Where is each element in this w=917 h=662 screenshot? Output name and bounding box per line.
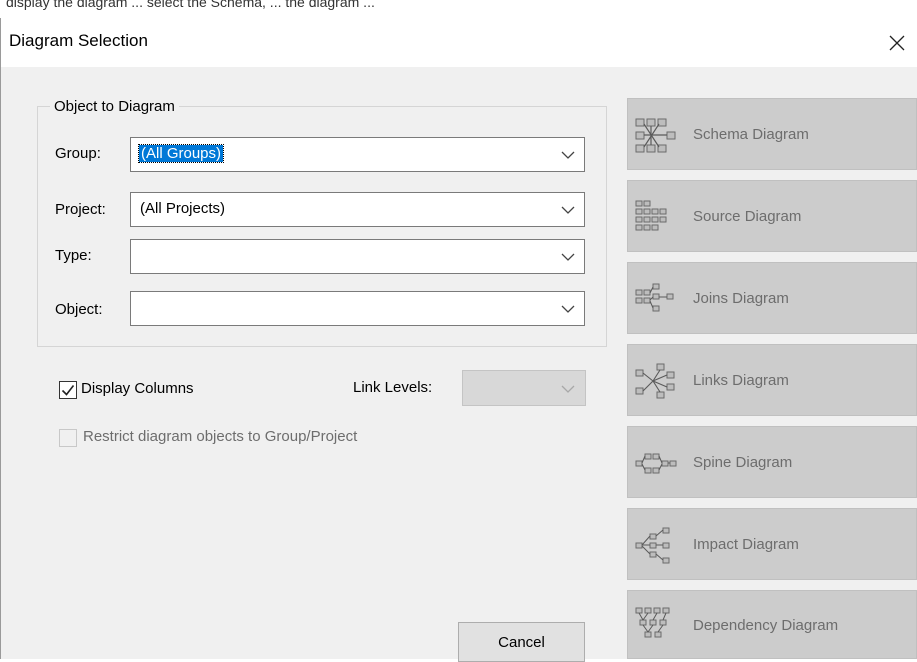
group-value: (All Groups)	[137, 144, 225, 163]
cancel-button-label: Cancel	[498, 634, 545, 651]
type-label: Type:	[55, 247, 92, 264]
link-levels-combo[interactable]	[462, 370, 586, 406]
source-diagram-label: Source Diagram	[693, 208, 802, 225]
diagram-selection-dialog: Diagram Selection Object to Diagram Grou…	[0, 18, 917, 662]
impact-diagram-button[interactable]: Impact Diagram	[627, 508, 917, 580]
links-diagram-button[interactable]: Links Diagram	[627, 344, 917, 416]
schema-diagram-icon	[635, 118, 676, 153]
dependency-diagram-label: Dependency Diagram	[693, 617, 839, 634]
links-diagram-label: Links Diagram	[693, 372, 789, 389]
display-columns-label: Display Columns	[81, 380, 194, 397]
joins-diagram-icon	[635, 283, 674, 312]
background-text: display the diagram ... select the Schem…	[6, 0, 375, 10]
background-text-strip: display the diagram ... select the Schem…	[0, 0, 917, 18]
spine-diagram-label: Spine Diagram	[693, 454, 793, 471]
dialog-titlebar: Diagram Selection	[1, 18, 917, 67]
group-combo[interactable]: (All Groups)	[130, 137, 585, 172]
impact-diagram-icon	[635, 527, 670, 564]
dependency-diagram-button[interactable]: Dependency Diagram	[627, 590, 917, 659]
source-diagram-icon	[635, 200, 667, 231]
close-button[interactable]	[877, 18, 917, 67]
chevron-down-icon	[561, 305, 575, 313]
group-label: Group:	[55, 145, 101, 162]
object-to-diagram-title: Object to Diagram	[50, 98, 179, 115]
joins-diagram-button[interactable]: Joins Diagram	[627, 262, 917, 334]
close-icon	[889, 35, 905, 50]
object-combo[interactable]	[130, 291, 585, 326]
chevron-down-icon	[561, 151, 575, 159]
dependency-diagram-icon	[635, 607, 670, 638]
spine-diagram-button[interactable]: Spine Diagram	[627, 426, 917, 498]
joins-diagram-label: Joins Diagram	[693, 290, 789, 307]
schema-diagram-label: Schema Diagram	[693, 126, 809, 143]
impact-diagram-label: Impact Diagram	[693, 536, 799, 553]
chevron-down-icon	[561, 385, 575, 393]
schema-diagram-button[interactable]: Schema Diagram	[627, 98, 917, 170]
project-label: Project:	[55, 201, 106, 218]
checkmark-icon	[61, 385, 75, 396]
object-label: Object:	[55, 301, 103, 318]
source-diagram-button[interactable]: Source Diagram	[627, 180, 917, 252]
restrict-checkbox[interactable]	[59, 429, 77, 447]
project-combo[interactable]: (All Projects)	[130, 192, 585, 227]
link-levels-label: Link Levels:	[353, 379, 433, 396]
chevron-down-icon	[561, 253, 575, 261]
links-diagram-icon	[635, 363, 675, 399]
project-value: (All Projects)	[140, 200, 226, 217]
spine-diagram-icon	[635, 453, 677, 474]
chevron-down-icon	[561, 206, 575, 214]
restrict-label: Restrict diagram objects to Group/Projec…	[83, 428, 358, 445]
dialog-title: Diagram Selection	[9, 31, 148, 50]
cancel-button[interactable]: Cancel	[458, 622, 585, 662]
display-columns-checkbox[interactable]	[59, 381, 77, 399]
type-combo[interactable]	[130, 239, 585, 274]
